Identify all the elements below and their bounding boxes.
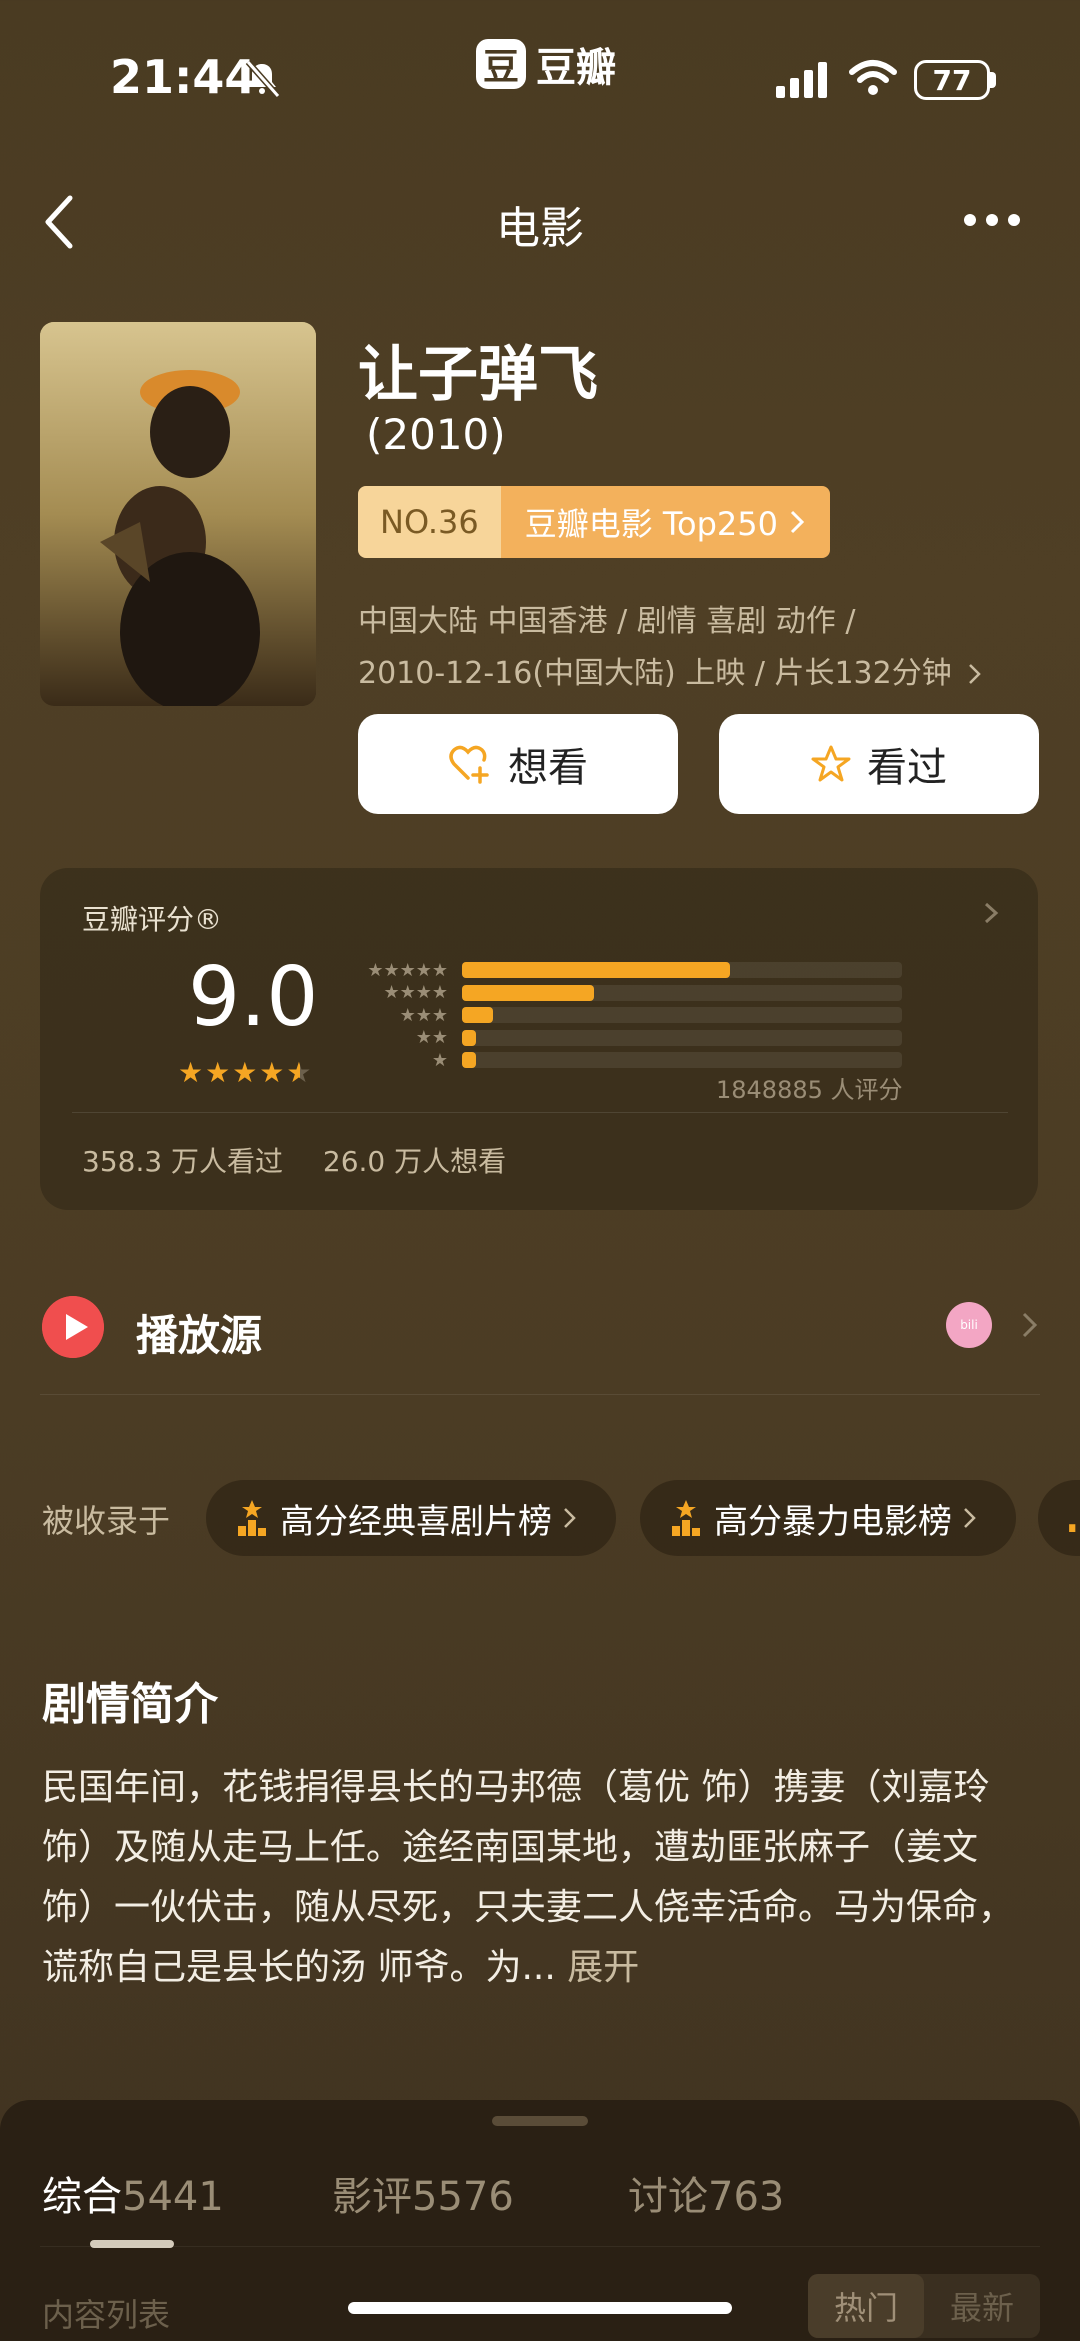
ranking-icon [1069,1524,1076,1532]
ranking-icon [238,1500,266,1536]
tab-discussions[interactable]: 讨论763 [628,2164,784,2222]
watched-label: 看过 [867,745,947,791]
tab-label: 综合 [42,2174,122,2220]
bell-off-icon [245,60,281,98]
more-dot-icon [986,214,998,226]
distribution-track [462,1029,902,1046]
distribution-bar [462,1052,476,1068]
rating-count: 1848885 人评分 [716,1076,903,1104]
rank-number: NO.36 [358,486,501,558]
rating-distribution-row: ★★★ [352,1004,902,1026]
chevron-right-icon [1022,1312,1038,1338]
want-to-watch-button[interactable]: 想看 [358,714,678,814]
distribution-bar [462,962,731,978]
ranking-icon [672,1500,700,1536]
tab-count: 763 [708,2174,785,2220]
distribution-stars-icon: ★★★★ [383,982,448,1003]
distribution-stars-icon: ★★ [415,1027,448,1048]
top250-rank-badge[interactable]: NO.36 豆瓣电影 Top250 [358,486,830,558]
star-outline-icon [811,745,851,782]
rating-distribution-row: ★★★★ [352,982,902,1003]
rating-score: 9.0 [188,950,319,1045]
movie-meta-release[interactable]: 2010-12-16(中国大陆) 上映 / 片长132分钟 [358,648,983,692]
more-dot-icon [964,214,976,226]
collection-chip-partial[interactable] [1038,1480,1080,1556]
distribution-track [462,962,902,978]
rank-list-link: 豆瓣电影 Top250 [500,486,830,558]
collection-chip[interactable]: 高分经典喜剧片榜 [206,1480,616,1556]
more-dot-icon [1008,214,1020,226]
tab-count: 5576 [412,2174,514,2220]
section-divider [40,1394,1040,1395]
distribution-stars-icon: ★★★★★ [367,959,448,981]
tab-label: 影评 [332,2174,412,2220]
chevron-right-icon [984,902,999,924]
synopsis-body: 民国年间，花钱捐得县长的马邦德（葛优 饰）携妻（刘嘉玲 饰）及随从走马上任。途经… [42,1767,1015,1988]
rating-label: 豆瓣评分® [82,903,223,936]
home-indicator[interactable] [348,2302,732,2314]
sort-toggle: 热门 最新 [808,2274,1040,2338]
bilibili-icon: bili [946,1302,992,1348]
tab-count: 5441 [122,2174,224,2220]
distribution-track [462,1007,902,1023]
rating-divider [72,1112,1008,1113]
tab-label: 讨论 [628,2174,708,2220]
distribution-bar [462,1029,476,1046]
distribution-stars-icon: ★ [431,1049,448,1071]
chevron-right-icon [964,1508,976,1528]
movie-meta-release-text: 2010-12-16(中国大陆) 上映 / 片长132分钟 [358,656,952,691]
distribution-track [462,984,902,1001]
play-icon [42,1296,104,1358]
collection-chip-label: 高分暴力电影榜 [714,1501,952,1542]
rating-distribution-row: ★★★★★ [352,959,902,981]
distribution-stars-icon: ★★★ [399,1004,448,1026]
watched-count: 358.3 万人看过 [82,1145,284,1178]
status-time: 21:44 [110,50,257,104]
movie-title: 让子弹飞 [358,340,598,410]
rating-distribution-row: ★★ [352,1027,902,1048]
distribution-bar [462,1007,493,1023]
watch-stats: 358.3 万人看过 26.0 万人想看 [82,1140,506,1180]
cellular-signal-icon [776,62,827,98]
collection-chip[interactable]: 高分暴力电影榜 [640,1480,1016,1556]
watched-button[interactable]: 看过 [719,714,1039,814]
tab-overview[interactable]: 综合5441 [42,2164,224,2222]
sort-new-button[interactable]: 最新 [924,2274,1040,2338]
nav-title: 电影 [496,203,584,254]
chevron-right-icon [564,1508,576,1528]
sheet-drag-handle[interactable] [492,2116,588,2126]
movie-meta-region-genre[interactable]: 中国大陆 中国香港 / 剧情 喜剧 动作 / [358,596,855,640]
synopsis-text: 民国年间，花钱捐得县长的马邦德（葛优 饰）携妻（刘嘉玲 饰）及随从走马上任。途经… [42,1758,1038,1998]
tab-reviews[interactable]: 影评5576 [332,2164,514,2222]
rating-distribution-row: ★ [352,1049,902,1071]
sheet-divider [40,2246,1040,2247]
expand-link[interactable]: 展开 [567,1947,639,1988]
want-to-watch-label: 想看 [508,745,588,791]
wifi-icon [849,60,897,95]
play-source-label: 播放源 [136,1311,263,1360]
movie-year: (2010) [366,410,506,459]
synopsis-title: 剧情简介 [42,1679,218,1730]
battery-indicator: 77 [914,60,990,100]
chevron-right-icon [790,510,805,534]
app-name: 豆瓣 [536,45,616,91]
sort-hot-button[interactable]: 热门 [808,2274,924,2338]
battery-tip [990,72,996,88]
collection-chip-label: 高分经典喜剧片榜 [280,1501,552,1542]
distribution-track [462,1052,902,1068]
content-list-label: 内容列表 [42,2296,171,2334]
distribution-bar [462,984,594,1001]
movie-poster[interactable] [40,322,316,706]
more-options-button[interactable] [964,196,1028,244]
rank-list-label: 豆瓣电影 Top250 [524,505,778,543]
douban-logo-icon: 豆 [476,39,526,89]
poster-art [40,322,316,706]
wanted-count: 26.0 万人想看 [322,1145,507,1178]
collected-in-label: 被收录于 [42,1502,171,1540]
chevron-right-icon [969,664,982,684]
heart-plus-icon [449,745,489,784]
app-badge: 豆 豆瓣 [476,38,616,91]
rating-stars-icon: ★★★★★ [178,1056,314,1089]
